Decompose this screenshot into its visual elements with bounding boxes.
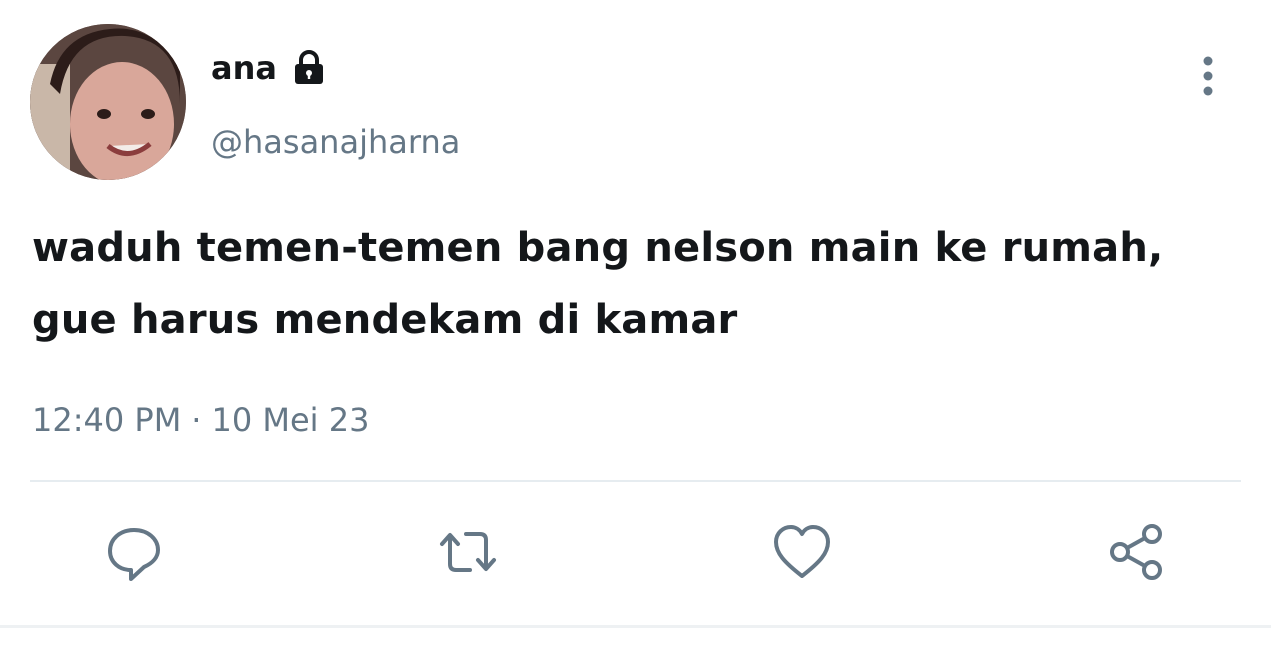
avatar-image [30, 24, 186, 180]
divider [30, 480, 1241, 482]
tweet-text: waduh temen-temen bang nelson main ke ru… [32, 225, 1164, 343]
bottom-border [0, 625, 1271, 628]
lock-icon [289, 48, 329, 88]
retweet-icon [440, 532, 496, 572]
tweet-time: 12:40 PM [32, 401, 182, 439]
display-name[interactable]: ana [211, 46, 277, 90]
author-header: ana [211, 46, 329, 90]
share-icon [1110, 524, 1162, 580]
more-vertical-icon[interactable] [1190, 52, 1226, 100]
avatar[interactable] [30, 24, 186, 180]
share-button[interactable] [1104, 520, 1168, 584]
like-button[interactable] [770, 520, 834, 584]
reply-button[interactable] [102, 520, 166, 584]
heart-icon [774, 525, 830, 578]
reply-icon [108, 528, 160, 581]
retweet-button[interactable] [436, 520, 500, 584]
author-handle[interactable]: @hasanajharna [211, 118, 460, 166]
timestamp-separator: · [191, 401, 202, 439]
tweet-date: 10 Mei 23 [211, 401, 370, 439]
tweet-timestamp[interactable]: 12:40 PM · 10 Mei 23 [32, 392, 369, 448]
